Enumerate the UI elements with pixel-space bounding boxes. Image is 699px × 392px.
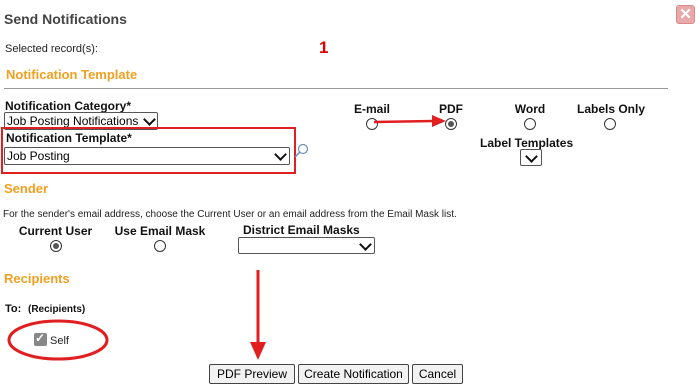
label-templates-select[interactable] (520, 149, 542, 166)
current-user-radio[interactable] (50, 240, 62, 252)
word-option-label: Word (514, 102, 546, 116)
labels-only-radio[interactable] (604, 118, 616, 130)
use-email-mask-radio[interactable] (154, 240, 166, 252)
current-user-label: Current User (18, 224, 93, 238)
magnifier-icon[interactable] (292, 142, 310, 160)
recipients-hint: (Recipients) (28, 304, 86, 315)
notification-category-label: Notification Category* (5, 99, 132, 113)
annotation-arrow-right (373, 115, 446, 127)
sender-heading: Sender (4, 181, 49, 196)
label-templates-label: Label Templates (480, 136, 574, 150)
notification-template-select[interactable]: Job Posting (4, 147, 290, 165)
notification-template-heading: Notification Template (6, 67, 138, 82)
use-email-mask-label: Use Email Mask (114, 224, 206, 238)
word-radio[interactable] (524, 118, 536, 130)
cancel-button[interactable]: Cancel (412, 364, 463, 384)
dialog-title: Send Notifications (4, 11, 127, 27)
labels-only-option-label: Labels Only (576, 102, 646, 116)
create-notification-button[interactable]: Create Notification (298, 364, 409, 384)
notification-template-label: Notification Template* (6, 131, 132, 145)
selected-records-label: Selected record(s): (5, 43, 98, 55)
recipients-heading: Recipients (4, 271, 70, 286)
to-label: To: (5, 303, 22, 315)
close-icon: ✕ (679, 6, 692, 23)
close-button[interactable]: ✕ (676, 5, 695, 24)
annotation-ellipse (7, 319, 109, 361)
annotation-arrow-down (250, 270, 266, 360)
district-email-masks-select[interactable] (238, 237, 375, 254)
district-email-masks-label: District Email Masks (243, 223, 360, 237)
sender-instructions: For the sender's email address, choose t… (3, 209, 457, 220)
selected-records-count: 1 (319, 38, 329, 57)
pdf-preview-button[interactable]: PDF Preview (209, 364, 295, 384)
section-divider (4, 88, 668, 89)
